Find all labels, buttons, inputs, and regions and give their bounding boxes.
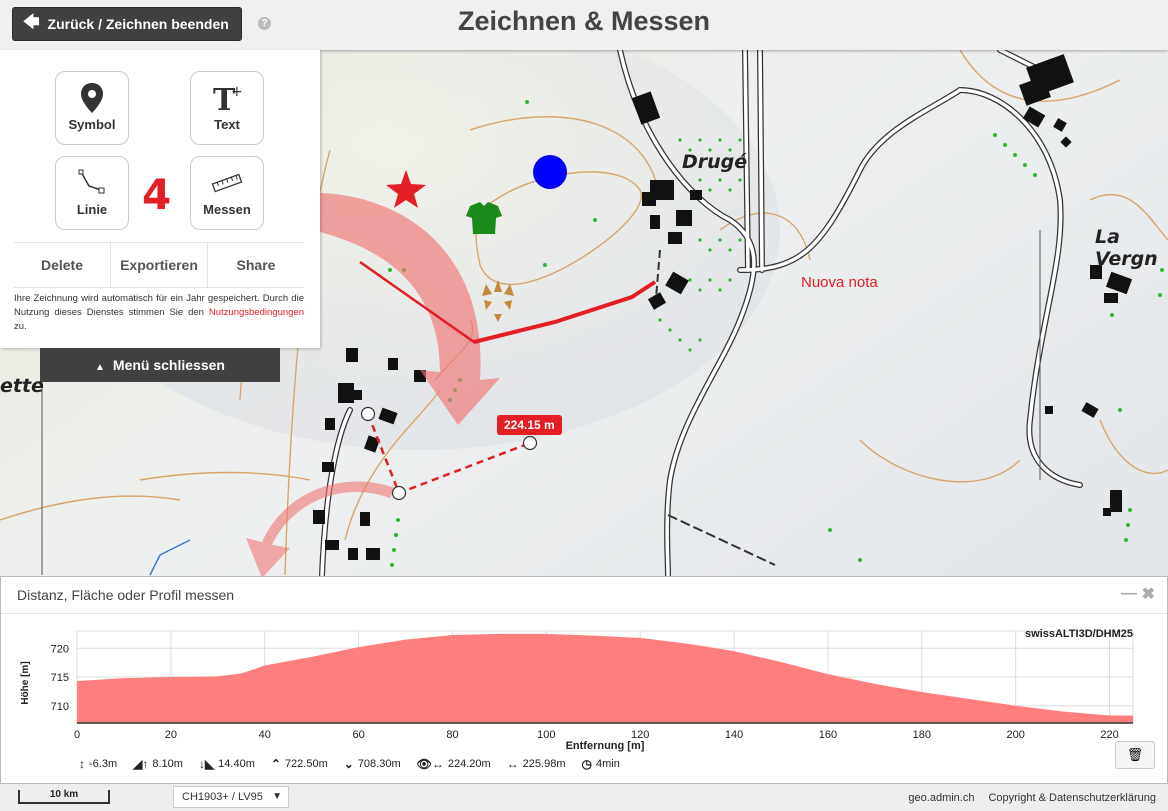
measure-tool-button[interactable]: Messen [190, 156, 264, 230]
x-tick-label: 160 [819, 729, 837, 741]
y-tick-label: 710 [51, 701, 69, 713]
close-menu-button[interactable]: ▲ Menü schliessen [40, 348, 280, 382]
stat-value: 8.10m [152, 758, 183, 770]
text-tool-label: Text [214, 117, 240, 132]
x-tick-label: 60 [352, 729, 364, 741]
stat-icon: 👁↔ [416, 757, 444, 771]
close-icon[interactable]: ✖ [1142, 584, 1155, 604]
close-menu-label: Menü schliessen [112, 357, 225, 373]
x-axis-label: Entfernung [m] [566, 740, 645, 752]
trash-icon: 🗑 [1126, 747, 1144, 762]
footer-links: geo.admin.ch Copyright & Datenschutzerkl… [908, 792, 1156, 804]
symbol-tool-button[interactable]: Symbol [55, 71, 129, 145]
bottom-bar: 10 km CH1903+ / LV95 ▼ geo.admin.ch Copy… [0, 784, 1168, 811]
map-marker-icon [56, 82, 128, 114]
top-bar: 🡄 Zurück / Zeichnen beenden ? Zeichnen &… [0, 0, 1168, 50]
profile-panel: Distanz, Fläche oder Profil messen — ✖ 0… [0, 576, 1168, 784]
line-tool-label: Linie [76, 202, 108, 217]
back-button-label: Zurück / Zeichnen beenden [47, 16, 229, 32]
stat-icon: ↕ [79, 757, 85, 771]
stat-value: 225.98m [522, 758, 566, 770]
stat-value: 4min [595, 758, 620, 770]
stat-value: 14.40m [218, 758, 255, 770]
note-label[interactable]: Nuova nota [801, 274, 878, 291]
stat-value: 708.30m [357, 758, 401, 770]
help-icon[interactable]: ? [258, 17, 271, 30]
terms-link[interactable]: Nutzungsbedingungen [209, 307, 304, 318]
ruler-icon [191, 167, 263, 199]
place-label-la-vergne: La Vergn [1095, 226, 1158, 270]
x-tick-label: 0 [74, 729, 80, 741]
copyright-link[interactable]: Copyright & Datenschutzerklärung [988, 792, 1156, 804]
text-tool-button[interactable]: T + Text [190, 71, 264, 145]
stat-value: 722.50m [284, 758, 328, 770]
y-tick-label: 720 [51, 643, 69, 655]
profile-stat: ↓◣ 14.40m [199, 757, 255, 771]
panel-actions: Delete Exportieren Share [14, 242, 304, 288]
x-tick-label: 180 [913, 729, 931, 741]
back-button[interactable]: 🡄 Zurück / Zeichnen beenden [12, 7, 242, 41]
chevron-down-icon: ▼ [272, 791, 282, 802]
trash-button[interactable]: 🗑 [1115, 741, 1155, 769]
profile-stat: ⌃ 722.50m [271, 757, 328, 771]
stat-icon: ↔ [506, 757, 519, 771]
svg-text:+: + [231, 84, 243, 100]
arrow-left-icon: 🡄 [23, 13, 40, 31]
chart-source-label: swissALTI3D/DHM25 [1025, 628, 1133, 640]
profile-title: Distanz, Fläche oder Profil messen [17, 587, 235, 603]
export-button[interactable]: Exportieren [110, 243, 207, 287]
share-button[interactable]: Share [207, 243, 304, 287]
x-tick-label: 100 [537, 729, 555, 741]
profile-stats: ↕ -6.3m ◢↑ 8.10m ↓◣ 14.40m ⌃ 722.50m ⌄ 708.30m 👁↔ 2… [79, 757, 636, 771]
measure-tool-label: Messen [203, 202, 251, 217]
stat-value: 224.20m [447, 758, 491, 770]
crs-value: CH1903+ / LV95 [182, 791, 263, 803]
x-tick-label: 80 [446, 729, 458, 741]
stat-icon: ⌄ [343, 757, 354, 771]
place-label-ette: ette [0, 375, 44, 397]
scale-bar: 10 km [18, 789, 110, 804]
polyline-icon [56, 167, 128, 199]
stat-icon: ◢↑ [133, 757, 149, 771]
profile-stat: ⌄ 708.30m [344, 757, 401, 771]
profile-stat: ↔ 225.98m [507, 757, 566, 771]
x-tick-label: 200 [1006, 729, 1024, 741]
x-tick-label: 140 [725, 729, 743, 741]
minimize-icon[interactable]: — [1121, 585, 1137, 603]
x-tick-label: 20 [165, 729, 177, 741]
symbol-tool-label: Symbol [68, 117, 116, 132]
elevation-profile-chart[interactable]: 0 20 40 60 80 100 120 140 160 180 200 220710715720 … [1, 613, 1167, 763]
profile-stat: ↕ -6.3m [79, 757, 117, 771]
line-tool-button[interactable]: Linie [55, 156, 129, 230]
site-link[interactable]: geo.admin.ch [908, 792, 974, 804]
caret-up-icon: ▲ [95, 362, 105, 373]
place-label-druge: Drugé [682, 151, 748, 173]
x-tick-label: 220 [1100, 729, 1118, 741]
stat-icon: ↓◣ [198, 757, 215, 771]
x-tick-label: 40 [259, 729, 271, 741]
profile-header: Distanz, Fläche oder Profil messen — ✖ [1, 577, 1167, 614]
stat-icon: ◷ [581, 757, 592, 771]
info-text-suffix: zu. [14, 321, 27, 332]
delete-button[interactable]: Delete [14, 243, 110, 287]
scale-label: 10 km [49, 789, 79, 800]
y-axis-label: Höhe [m] [20, 661, 31, 704]
stat-value: -6.3m [89, 758, 118, 770]
y-tick-label: 715 [51, 672, 69, 684]
info-text: Ihre Zeichnung wird automatisch für ein … [14, 292, 304, 334]
profile-stat: ◷ 4min [581, 757, 619, 771]
measure-distance-label: 224.15 m [497, 415, 562, 435]
step-number-annotation: 4 [142, 170, 172, 219]
profile-stat: 👁↔ 224.20m [417, 757, 491, 771]
stat-icon: ⌃ [270, 757, 281, 771]
text-add-icon: T + [191, 82, 263, 114]
crs-select[interactable]: CH1903+ / LV95 ▼ [173, 786, 289, 808]
profile-stat: ◢↑ 8.10m [133, 757, 183, 771]
draw-panel: Symbol T + Text Linie 4 Messen Delete Exp… [0, 50, 320, 348]
